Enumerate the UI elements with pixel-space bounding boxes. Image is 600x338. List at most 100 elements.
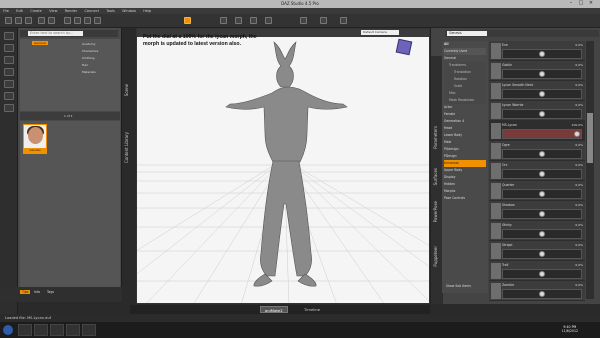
camera-tab-icon[interactable]	[4, 80, 14, 88]
morph-slider[interactable]	[502, 89, 582, 99]
region-icon[interactable]	[235, 17, 242, 24]
library-icon[interactable]	[4, 32, 14, 40]
slider-knob[interactable]	[539, 91, 545, 97]
morph-value[interactable]: 0.0%	[575, 263, 583, 267]
category-item[interactable]: Scale	[444, 83, 486, 90]
view-icon[interactable]	[320, 17, 327, 24]
morph-slider[interactable]	[502, 289, 582, 299]
scene-icon[interactable]	[4, 56, 14, 64]
taskbar-app[interactable]	[50, 324, 64, 336]
camera-selector[interactable]: Default Camera	[361, 30, 399, 35]
morph-slider[interactable]	[502, 169, 582, 179]
category-item[interactable]: PDesign	[444, 153, 486, 160]
morph-slider[interactable]	[502, 149, 582, 159]
morph-value[interactable]: 0.0%	[575, 183, 583, 187]
taskbar-app[interactable]	[18, 324, 32, 336]
morph-slider[interactable]	[502, 229, 582, 239]
morph-slider[interactable]	[502, 129, 582, 139]
slider-knob[interactable]	[574, 131, 580, 137]
category-item[interactable]: Upper Body	[444, 167, 486, 174]
category-item[interactable]: Rotation	[444, 76, 486, 83]
category-item[interactable]: Morphs	[444, 188, 486, 195]
morph-slider[interactable]	[502, 109, 582, 119]
camera-icon[interactable]	[250, 17, 257, 24]
tree-item[interactable]: Anatomy	[82, 42, 96, 46]
morph-value[interactable]: 0.0%	[575, 83, 583, 87]
taskbar-app[interactable]	[34, 324, 48, 336]
slider-knob[interactable]	[539, 271, 545, 277]
open-icon[interactable]	[15, 17, 22, 24]
close-icon[interactable]: ×	[586, 0, 596, 7]
slider-knob[interactable]	[539, 191, 545, 197]
category-item[interactable]: Hidden	[444, 181, 486, 188]
category-item[interactable]: Male	[444, 139, 486, 146]
library-search-input[interactable]: Enter text to search by...	[28, 31, 83, 36]
light-icon[interactable]	[265, 17, 272, 24]
slider-knob[interactable]	[539, 71, 545, 77]
tree-item[interactable]: Characters	[82, 49, 98, 53]
morph-value[interactable]: 0.0%	[575, 203, 583, 207]
category-item[interactable]: Lower Body	[444, 132, 486, 139]
morph-slider[interactable]	[502, 189, 582, 199]
slider-knob[interactable]	[539, 111, 545, 117]
save-icon[interactable]	[25, 17, 32, 24]
morph-value[interactable]: 0.0%	[575, 43, 583, 47]
tab-tips[interactable]: Tips	[20, 290, 31, 294]
tab-tags[interactable]: Tags	[47, 290, 54, 294]
category-item[interactable]: Display	[444, 174, 486, 181]
universal-tool-icon[interactable]	[64, 17, 71, 24]
maximize-icon[interactable]: □	[576, 0, 586, 7]
category-item[interactable]: Currently Used	[444, 48, 486, 55]
morph-slider[interactable]	[502, 209, 582, 219]
slider-knob[interactable]	[539, 151, 545, 157]
tab-surfaces[interactable]: Surfaces	[433, 168, 438, 185]
tab-animate2[interactable]: aniMate2	[260, 306, 288, 313]
tree-item[interactable]: Clothing	[82, 56, 94, 60]
slider-knob[interactable]	[539, 291, 545, 297]
render-tab-icon[interactable]	[4, 104, 14, 112]
lights-icon[interactable]	[4, 68, 14, 76]
category-item[interactable]: Mesh Resolution	[444, 97, 486, 104]
category-item[interactable]: General	[444, 55, 486, 62]
morph-slider[interactable]	[502, 69, 582, 79]
morph-value[interactable]: 0.0%	[575, 243, 583, 247]
category-item[interactable]: Transforms	[444, 62, 486, 69]
slider-knob[interactable]	[539, 171, 545, 177]
category-item[interactable]: Misc	[444, 90, 486, 97]
scale-tool-icon[interactable]	[94, 17, 101, 24]
scroll-thumb[interactable]	[587, 113, 593, 163]
category-item[interactable]: All	[444, 41, 486, 48]
tab-parameters[interactable]: Parameters	[433, 126, 438, 149]
category-item[interactable]: Actor	[444, 104, 486, 111]
slider-knob[interactable]	[539, 211, 545, 217]
view-cube[interactable]	[395, 38, 413, 56]
category-item[interactable]: Female	[444, 111, 486, 118]
minimize-icon[interactable]: –	[566, 0, 576, 7]
morph-value[interactable]: 0.0%	[575, 103, 583, 107]
tab-powerpose[interactable]: PowerPose	[433, 201, 438, 222]
morph-scrollbar[interactable]	[586, 41, 594, 299]
render-icon[interactable]	[220, 17, 227, 24]
slider-knob[interactable]	[539, 51, 545, 57]
zoom-icon[interactable]	[340, 17, 347, 24]
morph-value[interactable]: 0.0%	[575, 223, 583, 227]
morph-value[interactable]: 100.0%	[572, 123, 583, 127]
category-item[interactable]: PGdesign	[444, 146, 486, 153]
slider-knob[interactable]	[539, 251, 545, 257]
taskbar-app[interactable]	[66, 324, 80, 336]
node-selector[interactable]: Genesis	[447, 31, 487, 36]
grid-icon[interactable]	[300, 17, 307, 24]
undo-icon[interactable]	[38, 17, 45, 24]
viewport[interactable]: Default Camera Put the dial at a 100% fo…	[136, 28, 430, 304]
slider-knob[interactable]	[539, 231, 545, 237]
morph-value[interactable]: 0.0%	[575, 143, 583, 147]
show-sub-items-label[interactable]: Show Sub Items	[444, 283, 486, 290]
move-tool-icon[interactable]	[74, 17, 81, 24]
pose-icon[interactable]	[4, 92, 14, 100]
folder-icon[interactable]	[4, 44, 14, 52]
category-item[interactable]: Head	[444, 125, 486, 132]
tab-content-library[interactable]: Content Library	[124, 132, 129, 163]
tree-item[interactable]: Materials	[82, 70, 96, 74]
taskbar-app[interactable]	[82, 324, 96, 336]
active-tool-icon[interactable]	[184, 17, 191, 24]
